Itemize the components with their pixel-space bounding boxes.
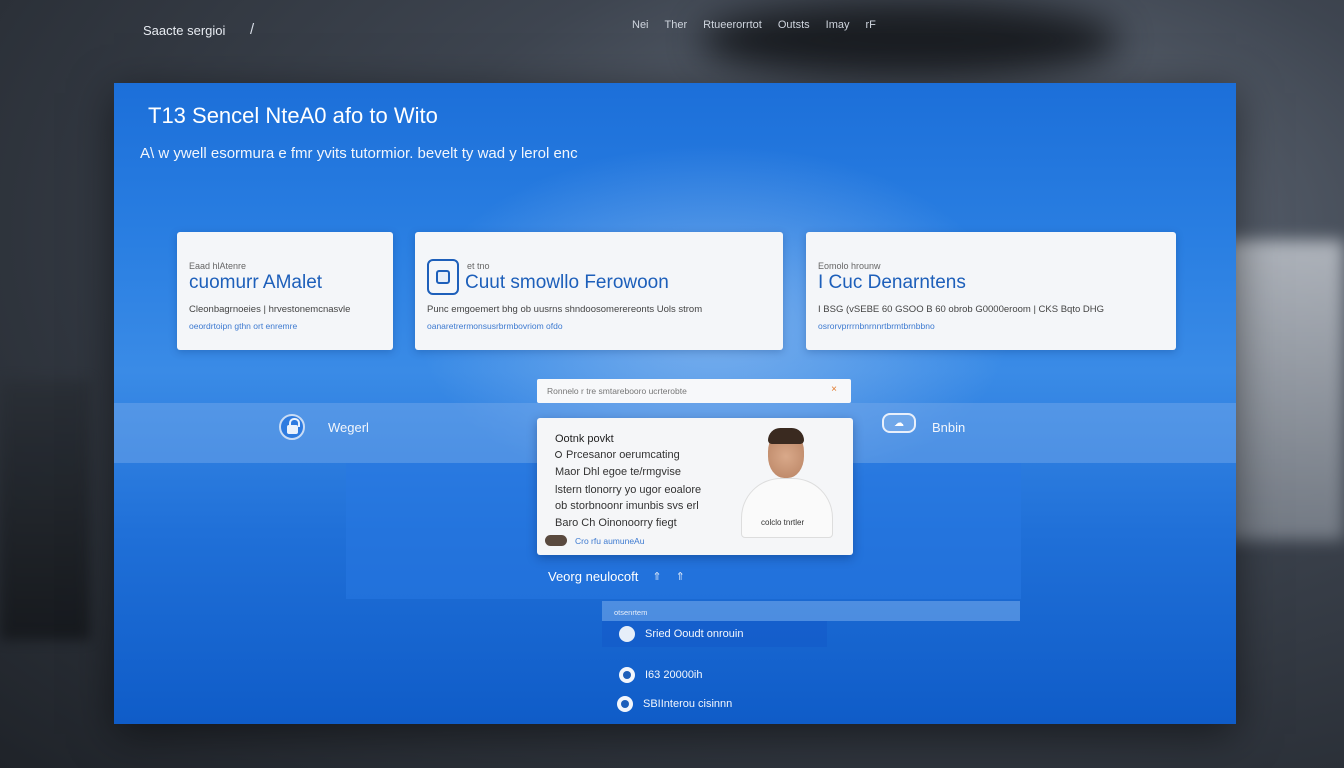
card-title: Cuut smowllo Ferowoon	[465, 272, 669, 293]
list-item[interactable]: Sried Ooudt onrouin	[619, 626, 743, 642]
avatar-caption: colclo tnrtler	[761, 518, 805, 527]
feature-card[interactable]: Eomolo hrounw I Cuc Denarntens I BSG (vS…	[806, 232, 1176, 350]
card-text: I BSG (vSEBE 60 GSOO B 60 obrob G0000ero…	[818, 304, 1105, 315]
cloud-icon[interactable]: ☁	[882, 413, 916, 433]
list-item[interactable]: I63 20000ih	[619, 667, 703, 683]
profile-line: lstern tlonorry yo ugor eoalore	[555, 484, 702, 496]
nav-item[interactable]: Ther	[665, 19, 688, 31]
cta-label[interactable]: Veorg neulocoft	[548, 569, 638, 584]
circle-icon	[619, 626, 635, 642]
top-nav: Nei Ther Rtueerorrtot Outsts Imay rF	[632, 19, 876, 31]
list-header: otsenrtem	[602, 601, 1020, 621]
card-kicker: Eaad hlAtenre	[189, 261, 247, 271]
profile-card[interactable]: Ootnk povkt Prcesanor oerumcating Maor D…	[537, 418, 853, 555]
feature-card[interactable]: Eaad hlAtenre cuomurr AMalet Cleonbagrno…	[177, 232, 393, 350]
band-left-label[interactable]: Wegerl	[328, 420, 369, 435]
toggle-icon[interactable]	[545, 535, 567, 546]
profile-line: Baro Ch Oinonoorry fiegt	[555, 517, 677, 529]
background-blur	[700, 0, 1120, 80]
band-right-label[interactable]: Bnbin	[932, 420, 965, 435]
brand-title[interactable]: Saacte sergioi	[143, 23, 225, 38]
page-subtitle: A\ w ywell esormura e fmr yvits tutormio…	[140, 145, 578, 162]
card-title: cuomurr AMalet	[189, 272, 323, 293]
lock-icon[interactable]	[279, 414, 305, 440]
feature-card[interactable]: et tno Cuut smowllo Ferowoon Punc emgoem…	[415, 232, 783, 350]
page-title: T13 Sencel NteA0 afo to Wito	[148, 103, 438, 128]
profile-line: Prcesanor oerumcating	[555, 449, 680, 461]
background-blur	[0, 380, 90, 640]
card-link[interactable]: oeordrtoipn gthn ort enremre	[189, 321, 297, 331]
arrow-up-icon[interactable]: ⇑	[652, 570, 661, 583]
card-link[interactable]: osrorvprrrnbnrnnrtbrmtbrnbbno	[818, 321, 935, 331]
card-kicker: Eomolo hrounw	[818, 261, 881, 271]
edit-icon[interactable]: /	[250, 21, 254, 38]
card-text: Cleonbagrnoeies | hrvestonemcnasvle	[189, 304, 351, 315]
profile-footer[interactable]: Cro rfu aumuneAu	[545, 535, 644, 546]
card-title: I Cuc Denarntens	[818, 272, 966, 293]
nav-item[interactable]: Nei	[632, 19, 649, 31]
avatar: colclo tnrtler	[727, 426, 847, 544]
card-link[interactable]: oanaretrermonsusrbrmbovriom ofdo	[427, 321, 563, 331]
card-kicker: et tno	[467, 261, 490, 271]
radio-icon	[619, 667, 635, 683]
device-icon	[427, 259, 459, 295]
radio-icon	[555, 451, 562, 458]
profile-line: Maor Dhl egoe te/rmgvise	[555, 466, 681, 478]
check-icon	[617, 696, 633, 712]
background-blur	[1224, 240, 1344, 540]
profile-heading: Ootnk povkt	[555, 433, 614, 445]
profile-line: ob storbnoonr imunbis svs erl	[555, 500, 699, 512]
nav-item[interactable]: Rtueerorrtot	[703, 19, 762, 31]
nav-item[interactable]: rF	[865, 19, 875, 31]
main-panel: T13 Sencel NteA0 afo to Wito A\ w ywell …	[114, 83, 1236, 724]
nav-item[interactable]: Imay	[826, 19, 850, 31]
clear-icon[interactable]: ×	[831, 384, 837, 395]
card-text: Punc emgoemert bhg ob uusrns shndoosomer…	[427, 304, 703, 315]
list-item[interactable]: SBIInterou cisinnn	[617, 696, 732, 712]
arrow-up-icon[interactable]: ⇑	[676, 570, 685, 583]
search-placeholder: Ronnelo r tre smtarebooro ucrterobte	[547, 386, 687, 396]
nav-item[interactable]: Outsts	[778, 19, 810, 31]
search-input[interactable]: Ronnelo r tre smtarebooro ucrterobte ×	[537, 379, 851, 403]
cta-link[interactable]: Veorg neulocoft ⇑ ⇑	[548, 569, 685, 584]
